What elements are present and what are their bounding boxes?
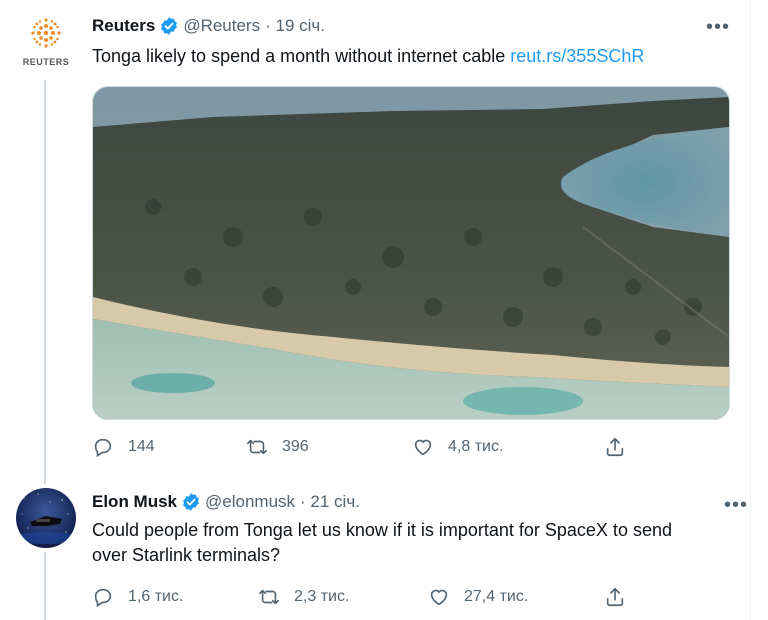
like-button[interactable]: 27,4 тис. [428, 586, 528, 608]
author-name[interactable]: Elon Musk [92, 492, 177, 512]
tweet-actions: 1,6 тис. 2,3 тис. 27,4 тис. [92, 586, 728, 610]
like-icon [414, 439, 432, 456]
avatar-image [16, 488, 76, 548]
aerial-photo-tonga [93, 87, 729, 419]
timeline-border [750, 0, 751, 620]
tweet-reuters[interactable]: REUTERS Reuters @Reuters · 19 січ. ••• T… [0, 0, 750, 480]
reply-count: 144 [128, 438, 155, 455]
tweet-body-line: over Starlink terminals? [92, 545, 281, 565]
tweet-body-line: Could people from Tonga let us know if i… [92, 520, 672, 540]
tweet-timestamp[interactable]: · 21 січ. [300, 492, 360, 512]
reply-button[interactable]: 1,6 тис. [92, 586, 183, 608]
tweet-link[interactable]: reut.rs/355SChR [510, 46, 644, 66]
like-icon [430, 589, 448, 606]
like-button[interactable]: 4,8 тис. [412, 436, 503, 458]
share-icon [606, 437, 624, 457]
retweet-icon [247, 439, 267, 455]
tweet-actions: 144 396 4,8 тис. [92, 436, 728, 460]
author-name[interactable]: Reuters [92, 16, 155, 36]
tweet-timestamp[interactable]: · 19 січ. [265, 16, 325, 36]
tweet-body: Tonga likely to spend a month without in… [92, 46, 506, 66]
reuters-logo [31, 18, 61, 48]
tweet-header: Reuters @Reuters · 19 січ. [92, 16, 325, 36]
like-count: 4,8 тис. [448, 438, 504, 455]
tweet-header: Elon Musk @elonmusk · 21 січ. [92, 492, 360, 512]
retweet-button[interactable]: 2,3 тис. [258, 586, 349, 608]
more-icon[interactable]: ••• [724, 494, 748, 517]
avatar[interactable]: REUTERS [14, 16, 78, 68]
like-count: 27,4 тис. [464, 588, 529, 605]
retweet-count: 396 [282, 438, 309, 455]
reply-icon [94, 438, 112, 458]
tweet-text: Could people from Tonga let us know if i… [92, 518, 672, 568]
verified-badge-icon [161, 17, 178, 35]
retweet-count: 2,3 тис. [294, 588, 350, 605]
author-handle[interactable]: @elonmusk [205, 492, 295, 512]
retweet-button[interactable]: 396 [246, 436, 309, 458]
share-icon [606, 587, 624, 607]
avatar[interactable] [16, 488, 76, 548]
reply-button[interactable]: 144 [92, 436, 155, 458]
avatar-caption: REUTERS [22, 57, 70, 67]
more-icon[interactable]: ••• [706, 16, 730, 39]
verified-badge-icon [183, 493, 199, 511]
share-button[interactable] [604, 436, 640, 458]
tweet-text: Tonga likely to spend a month without in… [92, 44, 644, 69]
retweet-icon [259, 589, 279, 605]
author-handle[interactable]: @Reuters [183, 16, 260, 36]
tweet-photo[interactable] [92, 86, 730, 420]
reply-icon [94, 588, 112, 608]
share-button[interactable] [604, 586, 640, 608]
reply-count: 1,6 тис. [128, 588, 184, 605]
